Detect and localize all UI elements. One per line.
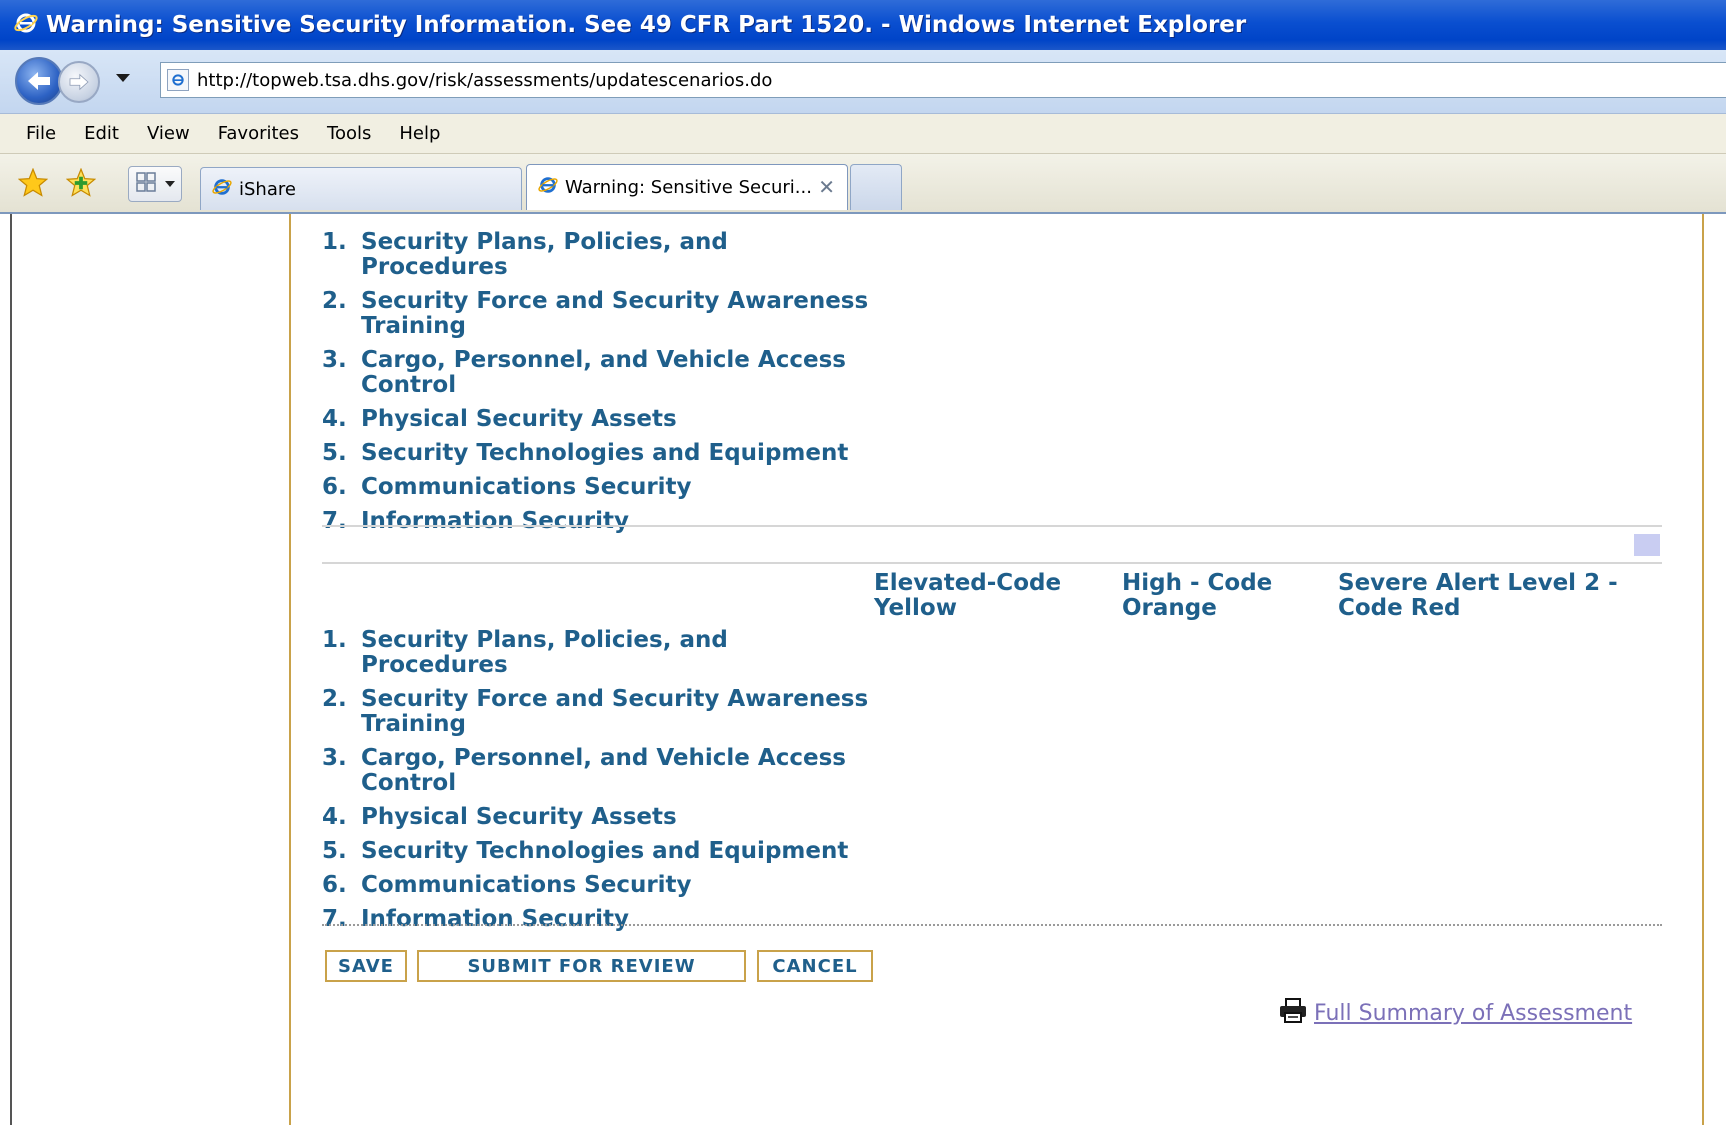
recent-pages-dropdown-icon[interactable] <box>116 74 130 82</box>
menu-bar: File Edit View Favorites Tools Help <box>0 114 1726 154</box>
content-right-border <box>1702 214 1704 1125</box>
url-text: http://topweb.tsa.dhs.gov/risk/assessmen… <box>197 69 773 91</box>
lavender-marker <box>1634 534 1660 556</box>
favorites-star-icon[interactable] <box>17 167 49 202</box>
list-item: 3. Cargo, Personnel, and Vehicle Access C… <box>322 745 846 796</box>
internet-explorer-icon <box>14 11 38 39</box>
category-list-bottom: 1. Security Plans, Policies, and Procedur… <box>322 628 882 941</box>
tab-label: iShare <box>239 178 296 200</box>
category-list-top: 1. Security Plans, Policies, and Procedur… <box>322 230 882 543</box>
add-favorites-icon[interactable] <box>65 167 97 202</box>
list-item: 6. Communications Security <box>322 474 692 500</box>
menu-view[interactable]: View <box>133 123 204 144</box>
threat-level-elevated-header: Elevated-Code Yellow <box>874 570 1062 621</box>
content-left-border <box>289 214 291 1125</box>
list-item: 2. Security Force and Security Awareness … <box>322 288 869 339</box>
list-item: 5. Security Technologies and Equipment <box>322 440 849 466</box>
page-icon <box>167 69 189 91</box>
list-item: 4. Physical Security Assets <box>322 406 677 432</box>
tab-ishare[interactable]: iShare <box>200 167 522 210</box>
forward-arrow-icon <box>69 73 89 91</box>
forward-button[interactable] <box>58 61 100 103</box>
list-item: 1. Security Plans, Policies, and Procedur… <box>322 627 728 678</box>
menu-tools[interactable]: Tools <box>313 123 385 144</box>
tab-bar: iShare Warning: Sensitive Securi... ✕ <box>0 154 1726 214</box>
list-item: 4. Physical Security Assets <box>322 804 677 830</box>
submit-for-review-button[interactable]: SUBMIT FOR REVIEW <box>417 950 746 982</box>
list-item: 6. Communications Security <box>322 872 692 898</box>
list-item: 7. Information Security <box>322 906 630 932</box>
back-button[interactable] <box>15 57 63 105</box>
ie-tab-icon <box>537 174 559 201</box>
new-tab-button[interactable] <box>850 164 902 210</box>
quick-tabs-button[interactable] <box>128 166 182 202</box>
address-input[interactable]: http://topweb.tsa.dhs.gov/risk/assessmen… <box>160 62 1726 98</box>
tab-label: Warning: Sensitive Securi... <box>565 177 812 198</box>
window-title-bar: Warning: Sensitive Security Information.… <box>0 0 1726 50</box>
back-arrow-icon <box>28 72 50 90</box>
full-summary-link-text: Full Summary of Assessment <box>1314 1000 1633 1026</box>
section-divider <box>322 562 1662 564</box>
window-title: Warning: Sensitive Security Information.… <box>46 12 1247 38</box>
dotted-separator <box>322 924 1662 926</box>
list-item: 1. Security Plans, Policies, and Procedur… <box>322 229 728 280</box>
list-item: 5. Security Technologies and Equipment <box>322 838 849 864</box>
printer-icon <box>1278 998 1308 1028</box>
list-item: 7. Information Security <box>322 508 630 534</box>
save-button[interactable]: SAVE <box>325 950 407 982</box>
threat-level-severe-header: Severe Alert Level 2 - Code Red <box>1338 570 1618 621</box>
menu-file[interactable]: File <box>12 123 70 144</box>
cancel-button[interactable]: CANCEL <box>757 950 873 982</box>
quick-tabs-grid-icon <box>135 171 157 197</box>
list-item: 3. Cargo, Personnel, and Vehicle Access C… <box>322 347 846 398</box>
ie-tab-icon <box>211 176 233 203</box>
menu-help[interactable]: Help <box>385 123 454 144</box>
section-divider <box>322 525 1662 527</box>
full-summary-link[interactable]: Full Summary of Assessment <box>1278 998 1632 1028</box>
list-item: 2. Security Force and Security Awareness … <box>322 686 869 737</box>
close-tab-icon[interactable]: ✕ <box>818 175 835 199</box>
menu-favorites[interactable]: Favorites <box>204 123 313 144</box>
address-bar-row: http://topweb.tsa.dhs.gov/risk/assessmen… <box>0 50 1726 114</box>
page-content: 1. Security Plans, Policies, and Procedur… <box>0 214 1726 1125</box>
threat-level-high-header: High - Code Orange <box>1122 570 1273 621</box>
tab-warning[interactable]: Warning: Sensitive Securi... ✕ <box>526 164 848 210</box>
page-left-border <box>10 214 12 1125</box>
menu-edit[interactable]: Edit <box>70 123 133 144</box>
tab-list-dropdown-icon[interactable] <box>165 181 175 187</box>
